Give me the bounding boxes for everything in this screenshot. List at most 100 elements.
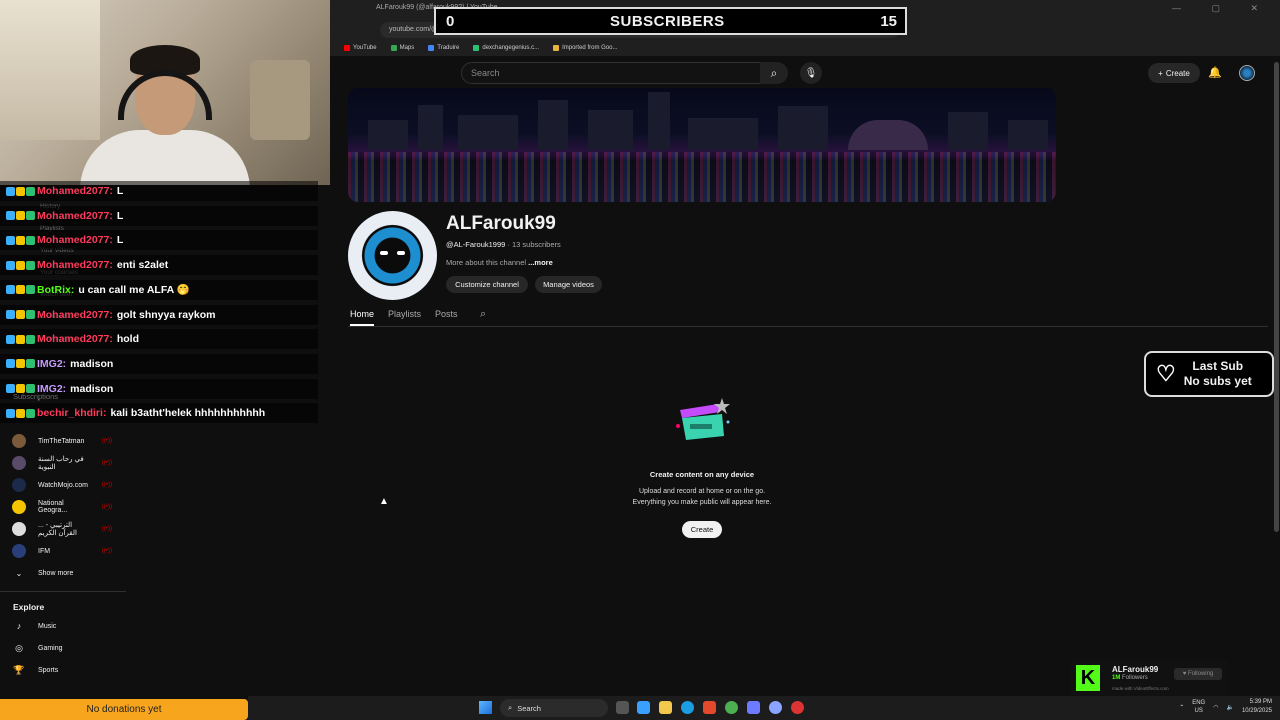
live-indicator-icon: ((•)) bbox=[101, 526, 112, 532]
show-more-label: Show more bbox=[38, 569, 74, 577]
windows-taskbar: ⌕ Search ⌃ ENG US ◠ 🔈 5:39 PM 10/29/2025 bbox=[248, 696, 1280, 720]
clock-time: 5:39 PM bbox=[1249, 699, 1272, 705]
sidebar-label-music: Music bbox=[38, 622, 57, 630]
chat-username: Mohamed2077: bbox=[37, 185, 113, 197]
search-input[interactable] bbox=[461, 62, 761, 84]
channel-about[interactable]: More about this channel ...more bbox=[446, 258, 553, 267]
create-label: Create bbox=[1165, 68, 1190, 78]
channel-avatar-icon bbox=[12, 522, 26, 536]
sidebar-subscription-item[interactable]: في رحاب السنة النبوية ((•)) bbox=[0, 456, 128, 471]
bookmark-item[interactable]: Maps bbox=[390, 45, 414, 51]
tab-posts[interactable]: Posts bbox=[435, 309, 458, 326]
customize-channel-button[interactable]: Customize channel bbox=[446, 276, 528, 293]
chat-text: L bbox=[116, 185, 124, 197]
search-button[interactable]: ⌕ bbox=[760, 62, 788, 84]
sidebar-subscription-item[interactable]: ... الترتيبي - القرآن الكريم ((•)) bbox=[0, 522, 128, 537]
tab-home[interactable]: Home bbox=[350, 309, 375, 326]
mouse-cursor: ▲ bbox=[379, 496, 389, 507]
chat-message: Mohamed2077: enti s2alet bbox=[0, 255, 318, 276]
about-text: More about this channel bbox=[446, 258, 527, 267]
screen: — ▢ ✕ ALFarouk99 (@alfarouk99?) | YouTub… bbox=[0, 0, 1280, 720]
explore-heading: Explore bbox=[13, 602, 45, 612]
channel-avatar-icon bbox=[12, 478, 26, 492]
system-tray: ⌃ ENG US ◠ 🔈 5:39 PM 10/29/2025 bbox=[1179, 698, 1272, 716]
wifi-icon[interactable]: ◠ bbox=[1213, 704, 1218, 711]
following-button[interactable]: ♥ Following bbox=[1174, 668, 1222, 680]
channel-handle: @AL-Farouk1999 bbox=[446, 240, 506, 249]
sidebar-item-sports[interactable]: 🏆 Sports bbox=[0, 663, 128, 677]
donations-bar: No donations yet bbox=[0, 699, 248, 720]
subscription-label: IFM bbox=[38, 547, 51, 555]
manage-videos-button[interactable]: Manage videos bbox=[535, 276, 602, 293]
sidebar-subscription-item[interactable]: WatchMojo.com ((•)) bbox=[0, 478, 128, 492]
channel-name: ALFarouk99 bbox=[446, 213, 556, 234]
chevron-up-icon[interactable]: ⌃ bbox=[1179, 704, 1184, 711]
sidebar-subscription-item[interactable]: IFM ((•)) bbox=[0, 544, 128, 558]
window-controls[interactable]: — ▢ ✕ bbox=[1172, 3, 1272, 14]
bookmark-icon bbox=[473, 45, 480, 51]
page-scrollbar[interactable] bbox=[1274, 62, 1279, 532]
windows-start-icon[interactable] bbox=[479, 701, 492, 714]
volume-icon[interactable]: 🔈 bbox=[1226, 704, 1233, 711]
edge-icon[interactable] bbox=[681, 701, 694, 714]
app-icon[interactable] bbox=[769, 701, 782, 714]
empty-state-text: Upload and record at home or on the go. … bbox=[600, 486, 804, 508]
chat-badges-icon bbox=[6, 384, 35, 394]
channel-search-icon[interactable]: ⌕ bbox=[480, 308, 486, 321]
live-indicator-icon: ((•)) bbox=[101, 504, 112, 510]
bookmark-item[interactable]: dexchangegenius.c... bbox=[473, 45, 539, 51]
chat-message: IMG2: madison bbox=[0, 378, 318, 399]
notifications-bell-icon[interactable]: 🔔 bbox=[1208, 66, 1222, 79]
task-view-icon[interactable] bbox=[616, 701, 629, 714]
obs-icon[interactable] bbox=[791, 701, 804, 714]
sidebar-subscription-item[interactable]: National Geogra... ((•)) bbox=[0, 500, 128, 514]
empty-state-line1: Upload and record at home or on the go. bbox=[638, 488, 766, 495]
chrome-icon[interactable] bbox=[725, 701, 738, 714]
bookmark-icon bbox=[553, 45, 560, 51]
kick-channel-name: ALFarouk99 bbox=[1112, 665, 1159, 674]
bookmark-icon bbox=[428, 45, 435, 51]
clock[interactable]: 5:39 PM 10/29/2025 bbox=[1242, 698, 1272, 716]
bookmark-item[interactable]: YouTube bbox=[344, 45, 377, 51]
tab-playlists[interactable]: Playlists bbox=[388, 309, 421, 326]
chat-text: L bbox=[116, 234, 124, 247]
discord-icon[interactable] bbox=[747, 701, 760, 714]
bookmark-icon bbox=[390, 45, 397, 51]
subscriber-goal-overlay: 0 SUBSCRIBERS 15 bbox=[434, 7, 907, 35]
plus-icon: + bbox=[1158, 68, 1163, 78]
subscription-label: WatchMojo.com bbox=[38, 481, 88, 489]
subscriber-target: 15 bbox=[880, 12, 897, 30]
chat-username: Mohamed2077: bbox=[37, 333, 113, 346]
empty-state-create-button[interactable]: Create bbox=[682, 521, 722, 538]
kick-logo-icon: K bbox=[1076, 665, 1100, 691]
channel-avatar-icon bbox=[12, 456, 26, 470]
language-indicator[interactable]: ENG US bbox=[1192, 699, 1205, 715]
chat-message: Mohamed2077: hold bbox=[0, 329, 318, 350]
webcam-overlay bbox=[0, 0, 330, 185]
sidebar-subscription-item[interactable]: TimTheTatman ((•)) bbox=[0, 434, 128, 448]
sidebar-item-gaming[interactable]: ◎ Gaming bbox=[0, 641, 128, 655]
live-indicator-icon: ((•)) bbox=[101, 548, 112, 554]
chat-message: BotRix: u can call me ALFA 🤭 bbox=[0, 279, 318, 300]
show-more-button[interactable]: ⌄ Show more bbox=[0, 566, 128, 580]
chat-message: IMG2: madison bbox=[0, 353, 318, 374]
trophy-icon: 🏆 bbox=[13, 664, 25, 675]
bookmark-icon bbox=[344, 45, 350, 51]
brave-icon[interactable] bbox=[703, 701, 716, 714]
sidebar-item-music[interactable]: ♪ Music bbox=[0, 619, 128, 633]
taskbar-search[interactable]: ⌕ Search bbox=[500, 699, 608, 717]
voice-search-button[interactable]: 🎙 bbox=[800, 62, 822, 84]
file-explorer-icon[interactable] bbox=[659, 701, 672, 714]
channel-handle-line: @AL-Farouk1999 · 13 subscribers bbox=[446, 240, 561, 249]
copilot-icon[interactable] bbox=[637, 701, 650, 714]
channel-avatar[interactable] bbox=[348, 211, 437, 300]
bookmark-item[interactable]: Traduire bbox=[428, 45, 459, 51]
bookmark-item[interactable]: Imported from Goo... bbox=[553, 45, 617, 51]
bookmark-label: Imported from Goo... bbox=[562, 45, 618, 51]
following-label: Following bbox=[1187, 671, 1214, 677]
mic-icon: 🎙 bbox=[804, 67, 818, 79]
create-button[interactable]: + Create bbox=[1148, 63, 1200, 83]
account-avatar[interactable] bbox=[1239, 65, 1255, 81]
channel-banner bbox=[348, 88, 1056, 202]
chat-badges-icon bbox=[6, 186, 35, 196]
